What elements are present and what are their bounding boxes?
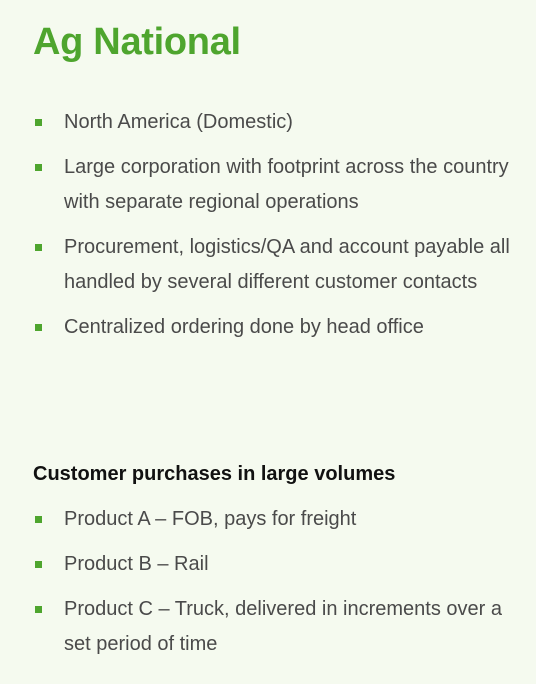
list-item-text: Large corporation with footprint across … — [64, 156, 509, 213]
list-item: Large corporation with footprint across … — [34, 150, 514, 220]
list-item: Product C – Truck, delivered in incremen… — [34, 592, 514, 662]
square-bullet-icon — [35, 324, 42, 331]
square-bullet-icon — [35, 606, 42, 613]
square-bullet-icon — [35, 516, 42, 523]
list-item-text: North America (Domestic) — [64, 111, 293, 133]
list-item-text: Product C – Truck, delivered in incremen… — [64, 598, 502, 655]
list-item: Centralized ordering done by head office — [34, 310, 514, 345]
purchases-list: Product A – FOB, pays for freight Produc… — [34, 502, 514, 672]
list-item-text: Product A – FOB, pays for freight — [64, 508, 357, 530]
customer-profile-list: North America (Domestic) Large corporati… — [34, 105, 514, 355]
square-bullet-icon — [35, 164, 42, 171]
list-item: North America (Domestic) — [34, 105, 514, 140]
page-title: Ag National — [33, 21, 241, 63]
list-item: Product A – FOB, pays for freight — [34, 502, 514, 537]
list-item: Procurement, logistics/QA and account pa… — [34, 230, 514, 300]
purchases-heading: Customer purchases in large volumes — [33, 463, 396, 485]
square-bullet-icon — [35, 119, 42, 126]
list-item-text: Procurement, logistics/QA and account pa… — [64, 236, 510, 293]
list-item-text: Product B – Rail — [64, 553, 209, 575]
square-bullet-icon — [35, 244, 42, 251]
list-item: Product B – Rail — [34, 547, 514, 582]
list-item-text: Centralized ordering done by head office — [64, 316, 424, 338]
square-bullet-icon — [35, 561, 42, 568]
